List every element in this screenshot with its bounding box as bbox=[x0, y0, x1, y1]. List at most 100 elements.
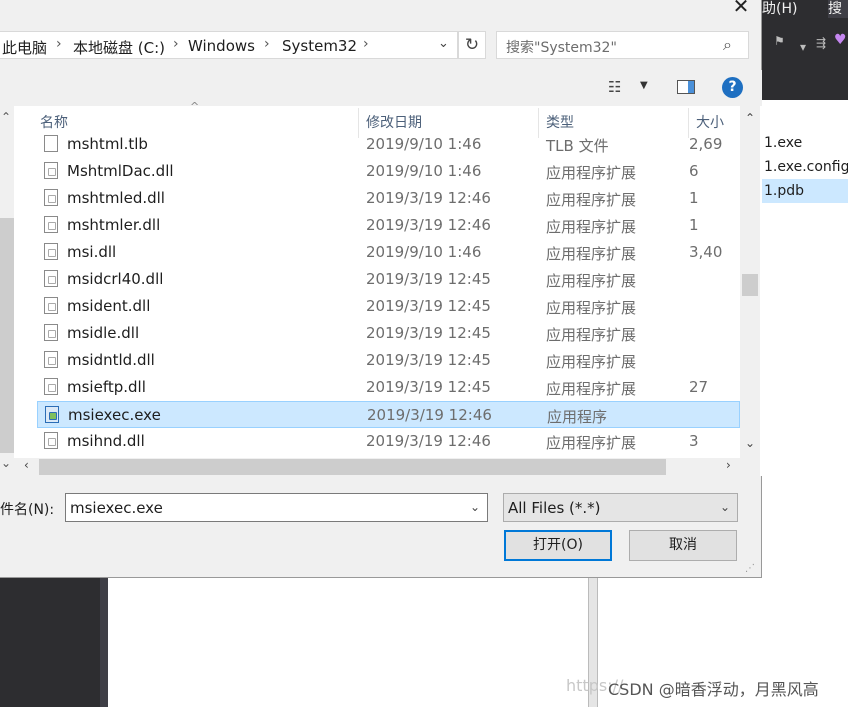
breadcrumb-local-disk[interactable]: 本地磁盘 (C:) bbox=[73, 37, 165, 58]
chevron-down-icon[interactable]: ⌄ bbox=[720, 500, 730, 514]
file-date: 2019/3/19 12:45 bbox=[366, 378, 491, 396]
address-bar[interactable]: 此电脑 › 本地磁盘 (C:) › Windows › System32 › ⌄ bbox=[0, 31, 458, 59]
help-icon[interactable]: ? bbox=[722, 77, 743, 98]
file-name: msidcrl40.dll bbox=[67, 270, 164, 288]
open-button[interactable]: 打开(O) bbox=[504, 530, 612, 561]
file-name: msidntld.dll bbox=[67, 351, 155, 369]
dll-file-icon bbox=[44, 270, 58, 287]
file-row[interactable]: MshtmlDac.dll 2019/9/10 1:46 应用程序扩展 6 bbox=[37, 158, 740, 185]
breadcrumb-separator[interactable]: › bbox=[363, 36, 369, 52]
lightbulb-icon[interactable]: ♥ bbox=[834, 32, 847, 48]
filename-label: 文件名(N): bbox=[0, 502, 55, 518]
breadcrumb-separator[interactable]: › bbox=[56, 36, 62, 52]
file-type: 应用程序扩展 bbox=[546, 380, 637, 398]
search-icon[interactable]: ⌕ bbox=[723, 35, 732, 55]
sort-caret-icon: ^ bbox=[190, 100, 200, 113]
file-type-filter[interactable]: All Files (*.*) ⌄ bbox=[503, 493, 738, 522]
scroll-down-icon[interactable]: ⌄ bbox=[745, 436, 755, 450]
breadcrumb-system32[interactable]: System32 bbox=[282, 37, 357, 55]
ide-editor[interactable] bbox=[100, 578, 596, 707]
file-row[interactable]: msi.dll 2019/9/10 1:46 应用程序扩展 3,40 bbox=[37, 239, 740, 266]
collapse-icon[interactable]: ⇶ bbox=[816, 36, 826, 50]
file-type: 应用程序 bbox=[547, 408, 608, 426]
file-row-selected[interactable]: msiexec.exe 2019/3/19 12:46 应用程序 bbox=[37, 401, 740, 428]
file-row[interactable]: mshtmled.dll 2019/3/19 12:46 应用程序扩展 1 bbox=[37, 185, 740, 212]
horizontal-scrollbar[interactable] bbox=[14, 458, 760, 476]
file-size: 3,40 bbox=[689, 243, 723, 261]
file-size: 2,69 bbox=[689, 135, 723, 153]
ide-menu-help[interactable]: 助(H) bbox=[762, 0, 797, 18]
filename-dropdown-icon[interactable]: ⌄ bbox=[470, 500, 480, 514]
file-row[interactable]: msident.dll 2019/3/19 12:45 应用程序扩展 bbox=[37, 293, 740, 320]
vertical-scroll-thumb[interactable] bbox=[742, 274, 758, 296]
file-name: msidle.dll bbox=[67, 324, 140, 342]
file-type: 应用程序扩展 bbox=[546, 245, 637, 263]
horizontal-scroll-thumb[interactable] bbox=[39, 459, 666, 475]
preview-pane-icon[interactable] bbox=[677, 80, 695, 94]
file-date: 2019/9/10 1:46 bbox=[366, 243, 482, 261]
refresh-button[interactable]: ↻ bbox=[458, 31, 486, 59]
breadcrumb-this-pc[interactable]: 此电脑 bbox=[2, 37, 47, 58]
file-date: 2019/3/19 12:46 bbox=[366, 216, 491, 234]
file-type: 应用程序扩展 bbox=[546, 299, 637, 317]
nav-scroll-down-icon[interactable]: ⌄ bbox=[1, 456, 11, 470]
search-placeholder: 搜索"System32" bbox=[506, 40, 617, 56]
file-row[interactable]: msihnd.dll 2019/3/19 12:46 应用程序扩展 3 bbox=[37, 428, 740, 455]
file-type: TLB 文件 bbox=[546, 137, 609, 155]
ide-left-strip bbox=[0, 578, 100, 707]
pin-icon[interactable]: ⚑ bbox=[774, 34, 785, 48]
file-row[interactable]: msidntld.dll 2019/3/19 12:45 应用程序扩展 bbox=[37, 347, 740, 374]
file-date: 2019/3/19 12:45 bbox=[366, 324, 491, 342]
file-type: 应用程序扩展 bbox=[546, 272, 637, 290]
file-name: msi.dll bbox=[67, 243, 117, 261]
overflow-icon[interactable]: ▾ bbox=[800, 40, 806, 54]
solution-item-selected[interactable]: 1.pdb bbox=[760, 179, 848, 203]
breadcrumb-windows[interactable]: Windows bbox=[188, 37, 255, 55]
solution-item[interactable]: 1.exe bbox=[760, 131, 848, 155]
cancel-button[interactable]: 取消 bbox=[629, 530, 737, 561]
scroll-right-icon[interactable]: › bbox=[726, 458, 731, 472]
dll-file-icon bbox=[44, 189, 58, 206]
dll-file-icon bbox=[44, 162, 58, 179]
file-date: 2019/3/19 12:46 bbox=[367, 406, 492, 424]
file-row[interactable]: mshtml.tlb 2019/9/10 1:46 TLB 文件 2,69 bbox=[37, 131, 740, 158]
dll-file-icon bbox=[44, 243, 58, 260]
scroll-up-icon[interactable]: ⌃ bbox=[745, 111, 755, 125]
file-row[interactable]: msidle.dll 2019/3/19 12:45 应用程序扩展 bbox=[37, 320, 740, 347]
ide-toolbar: ⚑ ▾ ⇶ ♥ bbox=[760, 20, 848, 100]
filename-combobox[interactable]: ⌄ bbox=[65, 493, 488, 522]
breadcrumb-separator[interactable]: › bbox=[264, 36, 270, 52]
resize-grip-icon[interactable]: ⋰ bbox=[745, 563, 755, 574]
nav-pane-scrollbar[interactable] bbox=[0, 106, 14, 476]
file-date: 2019/3/19 12:46 bbox=[366, 432, 491, 450]
ide-search-box[interactable]: 搜 bbox=[828, 0, 848, 18]
vertical-scrollbar[interactable] bbox=[740, 106, 760, 458]
watermark-text: CSDN @暗香浮动，月黑风高 bbox=[608, 680, 819, 699]
file-row[interactable]: msidcrl40.dll 2019/3/19 12:45 应用程序扩展 bbox=[37, 266, 740, 293]
search-input[interactable]: 搜索"System32" ⌕ bbox=[496, 31, 749, 59]
close-icon[interactable]: ✕ bbox=[728, 0, 754, 18]
address-history-dropdown[interactable]: ⌄ bbox=[438, 36, 449, 51]
breadcrumb-separator[interactable]: › bbox=[173, 36, 179, 52]
file-date: 2019/3/19 12:46 bbox=[366, 189, 491, 207]
view-options-icon[interactable]: ☷ bbox=[608, 78, 621, 96]
filename-field[interactable] bbox=[70, 498, 450, 517]
view-dropdown-icon[interactable]: ▼ bbox=[640, 80, 648, 91]
file-name: mshtml.tlb bbox=[67, 135, 148, 153]
solution-item[interactable]: 1.exe.config bbox=[760, 155, 848, 179]
executable-file-icon bbox=[45, 406, 59, 423]
file-type-filter-value: All Files (*.*) bbox=[508, 499, 601, 517]
file-date: 2019/3/19 12:45 bbox=[366, 270, 491, 288]
file-type: 应用程序扩展 bbox=[546, 353, 637, 371]
open-file-dialog: ✕ 此电脑 › 本地磁盘 (C:) › Windows › System32 ›… bbox=[0, 0, 762, 578]
file-name: msieftp.dll bbox=[67, 378, 146, 396]
nav-scroll-thumb[interactable] bbox=[0, 218, 14, 453]
nav-scroll-up-icon[interactable]: ⌃ bbox=[1, 110, 11, 124]
file-size: 1 bbox=[689, 189, 699, 207]
file-date: 2019/3/19 12:45 bbox=[366, 351, 491, 369]
file-row[interactable]: msieftp.dll 2019/3/19 12:45 应用程序扩展 27 bbox=[37, 374, 740, 401]
scroll-left-icon[interactable]: ‹ bbox=[24, 458, 29, 472]
file-type: 应用程序扩展 bbox=[546, 164, 637, 182]
file-row[interactable]: mshtmler.dll 2019/3/19 12:46 应用程序扩展 1 bbox=[37, 212, 740, 239]
file-type: 应用程序扩展 bbox=[546, 218, 637, 236]
